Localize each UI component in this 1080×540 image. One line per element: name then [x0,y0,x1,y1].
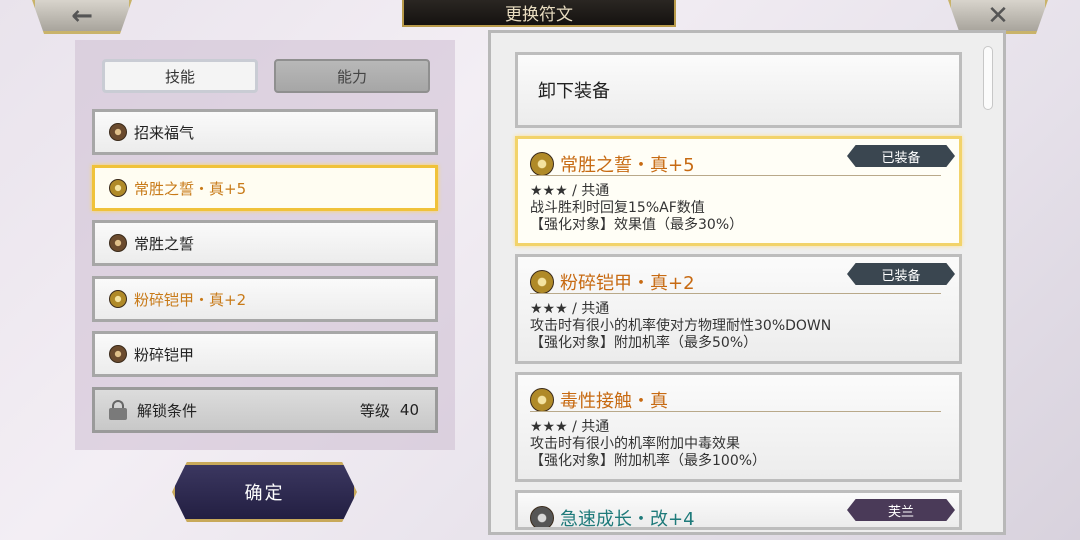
tab-ability[interactable]: 能力 [274,59,430,93]
unlock-label: 解锁条件 [137,401,198,420]
divider [530,175,941,176]
rune-list-item[interactable]: 招来福气 [92,109,438,155]
unequip-button[interactable]: 卸下装备 [515,52,962,128]
rune-icon [109,290,127,308]
card-title-text: 常胜之誓・真+5 [560,155,695,176]
close-button[interactable]: ✕ [948,0,1048,34]
rune-name: 常胜之誓・真+5 [134,179,247,198]
card-rarity: ★★★ / 共通 [530,183,610,199]
rune-name: 粉碎铠甲 [134,345,195,364]
rune-list-item[interactable]: 常胜之誓 [92,220,438,266]
rune-icon [109,345,127,363]
rune-icon [530,506,554,527]
divider [530,293,941,294]
rune-icon [530,152,554,176]
rune-icon [109,179,127,197]
card-title-text: 急速成长・改+4 [560,509,695,530]
tab-skill[interactable]: 技能 [102,59,258,93]
close-icon: ✕ [987,0,1009,31]
rune-name: 招来福气 [134,123,195,142]
page-title: 更换符文 [402,0,676,27]
arrow-left-icon: ← [71,0,93,31]
rune-list-item[interactable]: 粉碎铠甲・真+2 [92,276,438,322]
unlock-condition: 解锁条件 等级 40 [92,387,438,433]
card-title: 急速成长・改+4 [530,505,695,530]
back-button[interactable]: ← [32,0,132,34]
confirm-button[interactable]: 确定 [172,462,357,522]
card-rarity: ★★★ / 共通 [530,419,610,435]
scrollbar[interactable] [983,46,993,110]
divider [530,411,941,412]
card-description: 战斗胜利时回复15%AF数值 [530,200,705,216]
level-value: 40 [399,401,419,419]
card-description: 攻击时有很小的机率使对方物理耐性30%DOWN [530,318,832,334]
card-title-text: 粉碎铠甲・真+2 [560,273,695,294]
card-rarity: ★★★ / 共通 [530,301,610,317]
rune-icon [530,270,554,294]
equipped-badge: 已装备 [847,145,955,167]
lock-icon [109,400,127,420]
rune-card[interactable]: 毒性接触・真 ★★★ / 共通 攻击时有很小的机率附加中毒效果 【强化对象】附加… [515,372,962,482]
card-title: 毒性接触・真 [530,387,668,413]
equipped-badge: 已装备 [847,263,955,285]
rune-card[interactable]: 粉碎铠甲・真+2 已装备 ★★★ / 共通 攻击时有很小的机率使对方物理耐性30… [515,254,962,364]
rune-icon [530,388,554,412]
rune-card-selected[interactable]: 常胜之誓・真+5 已装备 ★★★ / 共通 战斗胜利时回复15%AF数值 【强化… [515,136,962,246]
card-enhance: 【强化对象】附加机率（最多50%） [530,335,758,351]
card-title: 常胜之誓・真+5 [530,151,695,177]
rune-icon [109,234,127,252]
rune-icon [109,123,127,141]
rune-name: 粉碎铠甲・真+2 [134,290,247,309]
rune-name: 常胜之誓 [134,234,195,253]
card-enhance: 【强化对象】效果值（最多30%） [530,217,744,233]
card-enhance: 【强化对象】附加机率（最多100%） [530,453,767,469]
rune-list-item[interactable]: 粉碎铠甲 [92,331,438,377]
card-title-text: 毒性接触・真 [560,391,668,412]
rune-card[interactable]: 急速成长・改+4 芙兰 [515,490,962,530]
level-label: 等级 [359,401,390,420]
rune-list-item-selected[interactable]: 常胜之誓・真+5 [92,165,438,211]
character-badge: 芙兰 [847,499,955,521]
card-title: 粉碎铠甲・真+2 [530,269,695,295]
card-description: 攻击时有很小的机率附加中毒效果 [530,436,740,452]
